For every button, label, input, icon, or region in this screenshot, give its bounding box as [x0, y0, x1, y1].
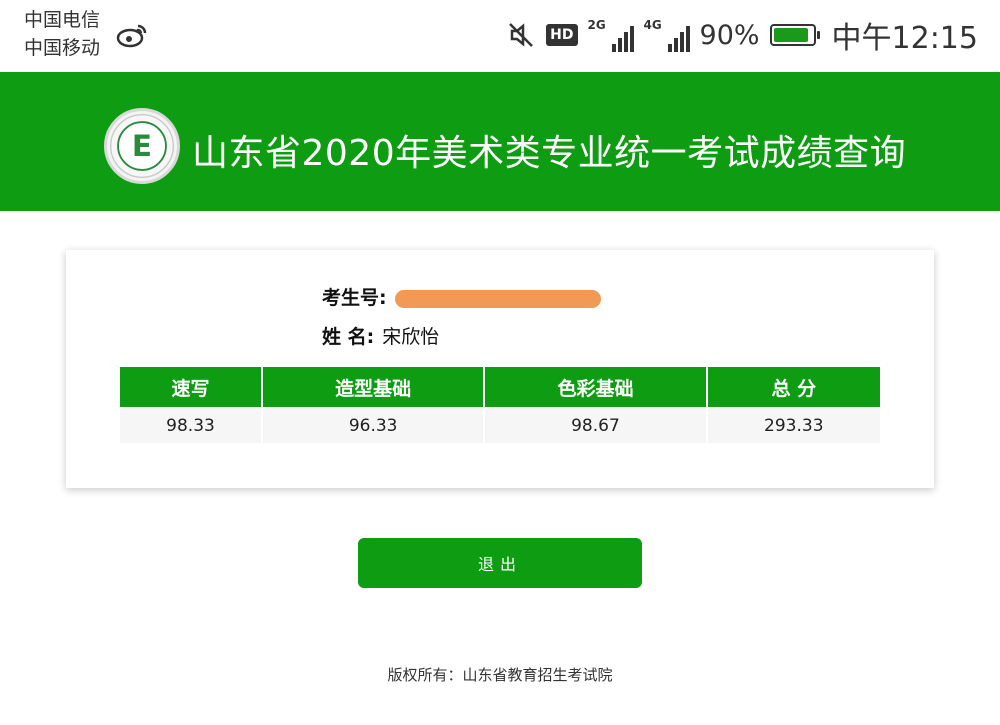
score-sketch: 98.33 — [120, 409, 262, 443]
score-table: 速写 造型基础 色彩基础 总 分 98.33 96.33 98.67 293.3… — [118, 365, 882, 445]
mute-icon — [509, 23, 534, 47]
exit-button[interactable]: 退出 — [358, 538, 642, 588]
exam-authority-logo: E — [104, 108, 180, 184]
status-bar: 中国电信 中国移动 HD 2G 4G 90% 中午12:15 — [0, 0, 1000, 72]
score-header-row: 速写 造型基础 色彩基础 总 分 — [120, 367, 880, 407]
header-color: 色彩基础 — [485, 367, 706, 407]
status-indicators: HD 2G 4G 90% 中午12:15 — [506, 12, 978, 58]
carrier-1: 中国电信 — [24, 9, 101, 31]
name-label: 姓 名: — [322, 326, 375, 348]
battery-fill — [773, 28, 808, 42]
weibo-icon — [116, 24, 147, 48]
signal-2g-icon: 2G — [588, 18, 634, 52]
exam-number-label: 考生号: — [322, 287, 387, 309]
signal-4g-icon: 4G — [644, 18, 690, 52]
name-value: 宋欣怡 — [382, 326, 440, 348]
header-banner: E 山东省2020年美术类专业统一考试成绩查询 — [0, 72, 1000, 211]
footer-copyright: 版权所有：山东省教育招生考试院 — [387, 666, 613, 684]
signal-4g-label: 4G — [643, 18, 662, 32]
header-total: 总 分 — [707, 367, 880, 407]
score-card: 考生号: 姓 名: 宋欣怡 速写 造型基础 色彩基础 总 分 98.33 96.3… — [66, 250, 934, 488]
score-value-row: 98.33 96.33 98.67 293.33 — [120, 409, 880, 443]
score-modeling: 96.33 — [263, 409, 484, 443]
hd-badge: HD — [546, 24, 578, 46]
carrier-2: 中国移动 — [24, 37, 101, 59]
score-color: 98.67 — [485, 409, 706, 443]
name-row: 姓 名: 宋欣怡 — [322, 322, 439, 349]
clock: 中午12:15 — [831, 21, 978, 56]
exam-number-row: 考生号: — [322, 283, 601, 310]
carrier-info: 中国电信 中国移动 — [24, 6, 100, 62]
header-modeling: 造型基础 — [263, 367, 484, 407]
signal-2g-label: 2G — [587, 18, 606, 32]
score-total: 293.33 — [707, 409, 880, 443]
logo-letter: E — [132, 129, 152, 163]
battery-charging-icon — [769, 24, 820, 46]
page-title: 山东省2020年美术类专业统一考试成绩查询 — [192, 133, 907, 174]
exam-number-redaction — [394, 289, 601, 308]
header-sketch: 速写 — [120, 367, 262, 407]
battery-percent: 90% — [699, 19, 760, 51]
